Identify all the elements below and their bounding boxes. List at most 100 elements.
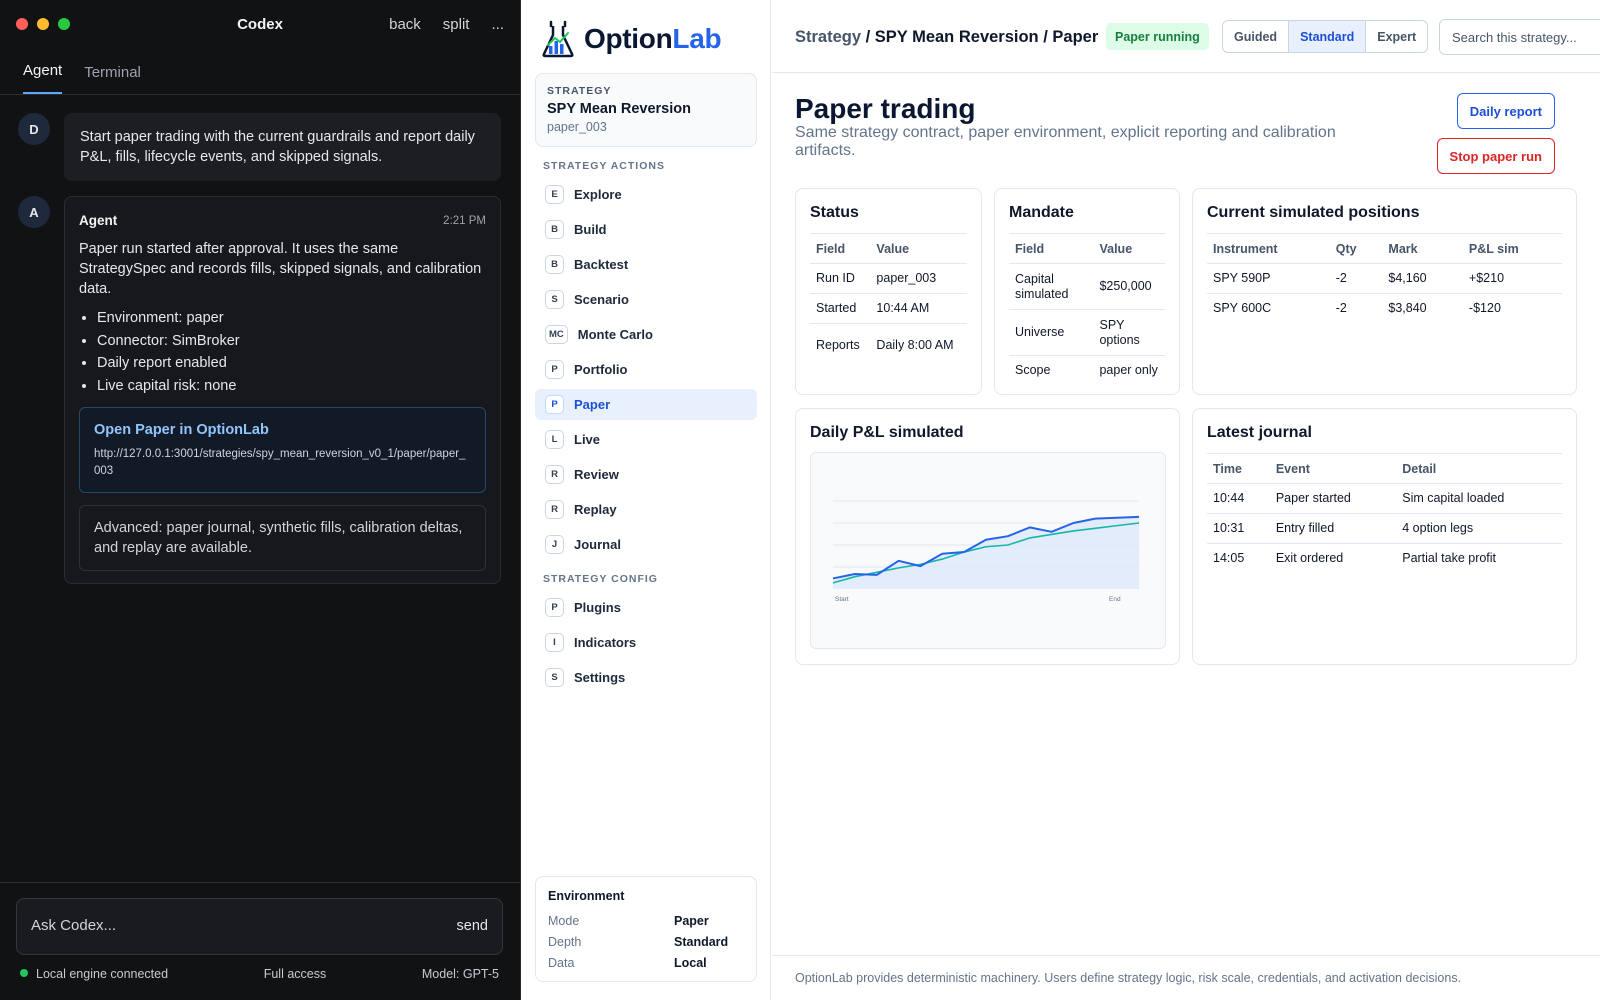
pnl-line-chart: Start End: [832, 500, 1140, 603]
open-paper-link[interactable]: Open Paper in OptionLab: [94, 420, 471, 440]
sidebar-item-build[interactable]: B Build: [535, 214, 757, 245]
nav-badge: B: [545, 255, 564, 274]
mandate-table: Field Value Capital simulated $250,000 Uni…: [1009, 233, 1165, 386]
tab-terminal[interactable]: Terminal: [84, 64, 141, 94]
split-button[interactable]: split: [443, 16, 470, 33]
table-cell: 4 option legs: [1396, 513, 1562, 544]
sidebar-item-label: Journal: [574, 537, 621, 552]
back-button[interactable]: back: [389, 16, 421, 33]
pnl-chart-container: Start End: [810, 452, 1166, 649]
table-cell: $250,000: [1093, 263, 1165, 310]
sidebar-item-explore[interactable]: E Explore: [535, 179, 757, 210]
flask-chart-logo-icon: [541, 20, 575, 58]
top-bar: Strategy / SPY Mean Reversion / Paper Pa…: [772, 0, 1600, 73]
engine-status: Local engine connected: [20, 967, 168, 981]
brand-name-part-2: Lab: [672, 23, 722, 54]
sidebar-item-label: Portfolio: [574, 362, 628, 377]
table-row: SPY 600C -2 $3,840 -$120: [1207, 294, 1562, 324]
sidebar-item-label: Scenario: [574, 292, 629, 307]
sidebar-item-indicators[interactable]: I Indicators: [535, 627, 757, 658]
page-title: Paper trading: [795, 93, 976, 124]
strategy-search: [1439, 19, 1600, 55]
table-cell: -2: [1329, 263, 1383, 294]
env-value: Paper: [674, 914, 709, 928]
disclaimer-footer: OptionLab provides deterministic machine…: [772, 955, 1600, 1000]
brand[interactable]: OptionLab: [541, 20, 722, 58]
sidebar-item-portfolio[interactable]: P Portfolio: [535, 354, 757, 385]
codex-tabs: Agent Terminal: [0, 48, 520, 95]
breadcrumb: Strategy / SPY Mean Reversion / Paper: [795, 28, 1098, 47]
nav-badge: L: [545, 430, 564, 449]
table-cell: Reports: [816, 338, 860, 353]
table-cell: SPY 600C: [1213, 301, 1272, 316]
sidebar-item-settings[interactable]: S Settings: [535, 662, 757, 693]
agent-message-card: Agent 2:21 PM Paper run started after ap…: [64, 196, 501, 584]
sidebar-item-journal[interactable]: J Journal: [535, 529, 757, 560]
environment-title: Environment: [548, 889, 625, 903]
strategy-selector[interactable]: STRATEGY SPY Mean Reversion paper_003: [535, 73, 757, 147]
sidebar-item-paper[interactable]: P Paper: [535, 389, 757, 420]
access-level[interactable]: Full access: [264, 967, 327, 981]
model-label[interactable]: Model: GPT-5: [422, 967, 499, 981]
nav-badge: P: [545, 360, 564, 379]
mode-guided[interactable]: Guided: [1223, 21, 1288, 52]
list-item: Live capital risk: none: [97, 375, 486, 398]
sidebar-item-label: Monte Carlo: [577, 327, 653, 342]
sidebar-item-label: Paper: [574, 397, 611, 412]
table-row: Reports Daily 8:00 AM: [810, 324, 967, 368]
column-header: Detail: [1396, 453, 1562, 484]
sidebar-item-scenario[interactable]: S Scenario: [535, 284, 757, 315]
table-row: 10:31 Entry filled 4 option legs: [1207, 513, 1562, 544]
send-button[interactable]: send: [457, 918, 488, 934]
brand-name-part-1: Option: [584, 23, 673, 54]
table-cell: paper only: [1099, 363, 1158, 378]
pnl-negative: -$120: [1468, 301, 1501, 316]
column-header: Instrument: [1207, 233, 1330, 264]
nav-badge: P: [545, 598, 564, 617]
list-item: Connector: SimBroker: [97, 330, 486, 353]
mode-standard[interactable]: Standard: [1288, 21, 1367, 52]
ask-codex-input[interactable]: [31, 917, 411, 934]
table-row: Run ID paper_003: [810, 263, 967, 294]
strategy-id: paper_003: [547, 120, 607, 134]
more-button[interactable]: ...: [491, 16, 504, 33]
search-input[interactable]: [1452, 30, 1600, 45]
sidebar-item-plugins[interactable]: P Plugins: [535, 592, 757, 623]
list-item: Environment: paper: [97, 307, 486, 330]
positions-table: Instrument Qty Mark P&L sim SPY 590P -2 …: [1207, 233, 1562, 324]
sidebar-item-monte-carlo[interactable]: MC Monte Carlo: [535, 319, 757, 350]
page-subtitle: Same strategy contract, paper environmen…: [795, 124, 1336, 159]
breadcrumb-strategy-link[interactable]: Strategy: [795, 28, 861, 46]
sidebar-item-label: Backtest: [574, 257, 629, 272]
tab-agent[interactable]: Agent: [23, 62, 63, 94]
card-title: Status: [810, 204, 859, 221]
status-dot-icon: [20, 969, 28, 977]
table-cell: Run ID: [810, 263, 871, 294]
sidebar-item-label: Replay: [574, 502, 617, 517]
strategy-config-nav: P Plugins I Indicators S Settings: [535, 592, 757, 697]
agent-message-text: Paper run started after approval. It use…: [79, 241, 482, 297]
nav-badge: I: [545, 633, 564, 652]
mode-expert[interactable]: Expert: [1366, 21, 1427, 52]
stop-paper-run-button[interactable]: Stop paper run: [1436, 138, 1555, 174]
table-row: Universe SPY options: [1009, 309, 1165, 356]
card-title: Mandate: [1009, 204, 1074, 221]
sidebar-item-live[interactable]: L Live: [535, 424, 757, 455]
open-paper-link-card[interactable]: Open Paper in OptionLab http://127.0.0.1…: [79, 407, 486, 493]
daily-report-button[interactable]: Daily report: [1456, 93, 1555, 129]
link-url[interactable]: http://127.0.0.1:3001/strategies/spy_mea…: [94, 446, 471, 480]
strategy-config-header: STRATEGY CONFIG: [543, 573, 658, 585]
table-cell: $4,160: [1382, 263, 1463, 294]
agent-avatar: A: [18, 196, 50, 228]
strategy-name: SPY Mean Reversion: [547, 101, 691, 117]
environment-row: Data Local: [548, 953, 744, 974]
engine-status-label: Local engine connected: [36, 967, 169, 981]
sidebar-item-backtest[interactable]: B Backtest: [535, 249, 757, 280]
table-cell: 10:31: [1207, 513, 1270, 544]
table-cell: -2: [1335, 301, 1347, 316]
sidebar-item-replay[interactable]: R Replay: [535, 494, 757, 525]
column-header: Mark: [1382, 233, 1463, 264]
sidebar-item-label: Indicators: [574, 635, 637, 650]
sidebar-item-review[interactable]: R Review: [535, 459, 757, 490]
table-cell: Scope: [1015, 363, 1051, 378]
